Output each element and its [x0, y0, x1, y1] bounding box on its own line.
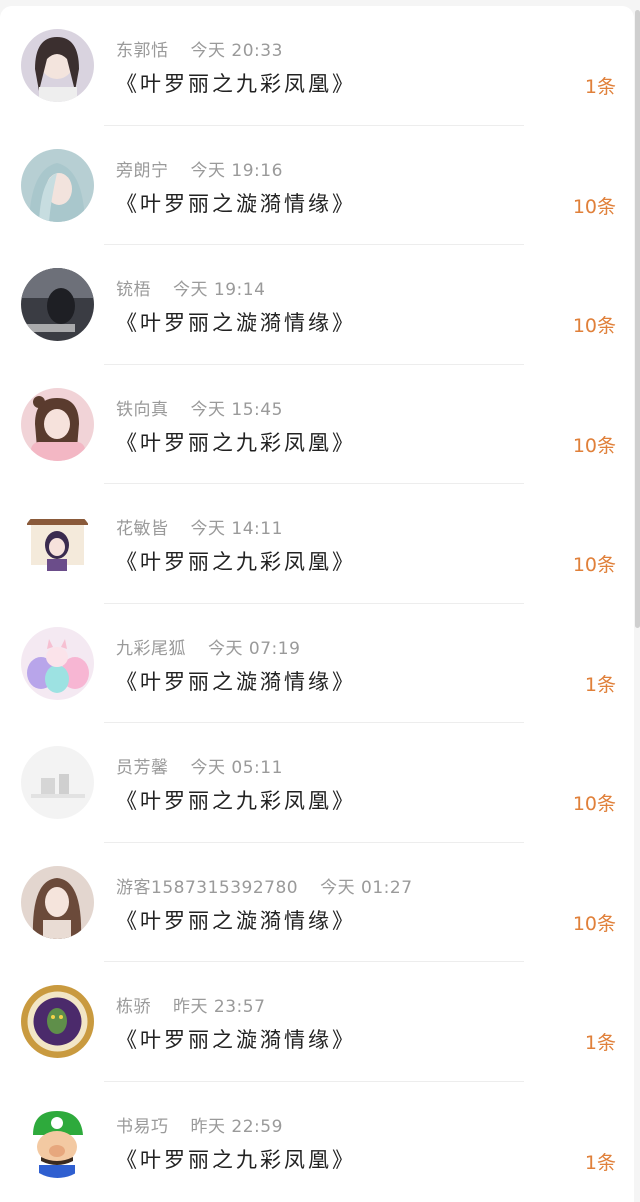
book-title[interactable]: 《叶罗丽之漩漪情缘》	[116, 188, 356, 218]
message-count: 1条	[584, 76, 616, 98]
message-meta: 铁向真 今天 15:45	[116, 395, 283, 420]
message-count: 10条	[572, 554, 616, 576]
message-row[interactable]: 书易巧 昨天 22:59 《叶罗丽之九彩凤凰》 1条	[0, 1082, 634, 1202]
message-time: 今天 19:14	[173, 280, 266, 300]
scrollbar[interactable]	[635, 10, 640, 628]
sender-name: 栋骄	[116, 997, 151, 1017]
book-title[interactable]: 《叶罗丽之漩漪情缘》	[116, 905, 356, 935]
message-meta: 九彩尾狐 今天 07:19	[116, 634, 300, 659]
message-count: 1条	[584, 673, 616, 696]
message-meta: 东郭恬 今天 20:33	[116, 36, 283, 61]
message-meta: 铳梧 今天 19:14	[116, 275, 265, 300]
book-title[interactable]: 《叶罗丽之九彩凤凰》	[116, 546, 356, 576]
sender-name: 东郭恬	[116, 41, 169, 61]
message-time: 今天 14:11	[190, 519, 283, 539]
message-meta: 员芳馨 今天 05:11	[116, 753, 283, 778]
message-time: 今天 20:33	[190, 41, 283, 61]
user-avatar[interactable]	[21, 985, 94, 1058]
sender-name: 花敏皆	[116, 519, 169, 539]
sender-name: 铁向真	[116, 399, 169, 420]
sender-name: 铳梧	[116, 280, 151, 300]
book-title[interactable]: 《叶罗丽之九彩凤凰》	[116, 785, 356, 815]
book-title[interactable]: 《叶罗丽之九彩凤凰》	[116, 1144, 356, 1174]
message-meta: 游客1587315392780 今天 01:27	[116, 873, 413, 898]
message-row[interactable]: 旁朗宁 今天 19:16 《叶罗丽之漩漪情缘》 10条	[0, 126, 634, 245]
message-meta: 花敏皆 今天 14:11	[116, 514, 283, 539]
message-count: 10条	[572, 195, 616, 218]
message-row[interactable]: 铁向真 今天 15:45 《叶罗丽之九彩凤凰》 10条	[0, 365, 634, 484]
user-avatar[interactable]	[21, 29, 94, 102]
message-count: 1条	[584, 1151, 616, 1174]
sender-name: 九彩尾狐	[116, 638, 186, 659]
message-row[interactable]: 铳梧 今天 19:14 《叶罗丽之漩漪情缘》 10条	[0, 245, 634, 365]
message-row[interactable]: 九彩尾狐 今天 07:19 《叶罗丽之漩漪情缘》 1条	[0, 604, 634, 723]
message-row[interactable]: 游客1587315392780 今天 01:27 《叶罗丽之漩漪情缘》 10条	[0, 843, 634, 962]
book-title[interactable]: 《叶罗丽之漩漪情缘》	[116, 307, 356, 337]
sender-name: 旁朗宁	[116, 160, 169, 181]
message-row[interactable]: 花敏皆 今天 14:11 《叶罗丽之九彩凤凰》 10条	[0, 484, 634, 604]
sender-name: 书易巧	[116, 1116, 169, 1137]
sender-name: 员芳馨	[116, 758, 169, 778]
message-time: 今天 01:27	[320, 877, 413, 898]
book-title[interactable]: 《叶罗丽之漩漪情缘》	[116, 666, 356, 696]
message-count: 10条	[572, 912, 616, 935]
message-time: 昨天 23:57	[173, 997, 266, 1017]
message-row[interactable]: 栋骄 昨天 23:57 《叶罗丽之漩漪情缘》 1条	[0, 962, 634, 1082]
message-row[interactable]: 东郭恬 今天 20:33 《叶罗丽之九彩凤凰》 1条	[0, 6, 634, 126]
user-avatar[interactable]	[21, 507, 94, 580]
message-count: 1条	[584, 1032, 616, 1054]
book-title[interactable]: 《叶罗丽之九彩凤凰》	[116, 427, 356, 457]
message-meta: 栋骄 昨天 23:57	[116, 992, 265, 1017]
sender-name: 游客1587315392780	[116, 877, 299, 898]
user-avatar[interactable]	[21, 1104, 94, 1178]
user-avatar[interactable]	[21, 387, 94, 461]
message-count: 10条	[572, 434, 616, 457]
user-avatar[interactable]	[21, 268, 94, 341]
book-title[interactable]: 《叶罗丽之九彩凤凰》	[116, 68, 356, 98]
book-title[interactable]: 《叶罗丽之漩漪情缘》	[116, 1024, 356, 1054]
message-meta: 旁朗宁 今天 19:16	[116, 156, 283, 181]
message-time: 今天 05:11	[190, 758, 283, 778]
message-list-card: 东郭恬 今天 20:33 《叶罗丽之九彩凤凰》 1条 旁朗宁 今天 19:16 《叶…	[0, 6, 634, 1202]
user-avatar[interactable]	[21, 746, 94, 819]
user-avatar[interactable]	[21, 148, 94, 222]
message-row[interactable]: 员芳馨 今天 05:11 《叶罗丽之九彩凤凰》 10条	[0, 723, 634, 843]
message-time: 昨天 22:59	[190, 1116, 283, 1137]
user-avatar[interactable]	[21, 865, 94, 939]
message-time: 今天 07:19	[208, 638, 301, 659]
message-meta: 书易巧 昨天 22:59	[116, 1112, 283, 1137]
message-time: 今天 19:16	[190, 160, 283, 181]
message-count: 10条	[572, 793, 616, 815]
message-count: 10条	[572, 315, 616, 337]
message-time: 今天 15:45	[190, 399, 283, 420]
user-avatar[interactable]	[21, 626, 94, 700]
